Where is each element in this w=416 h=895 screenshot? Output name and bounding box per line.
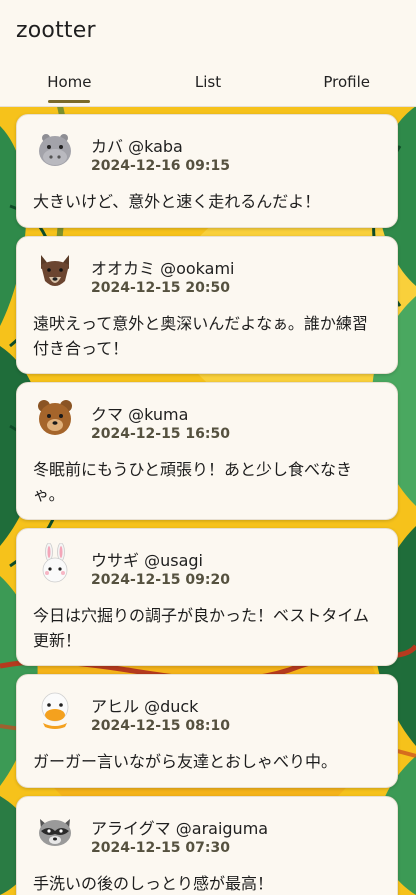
post-text: 手洗いの後のしっとり感が最高！	[33, 874, 274, 893]
post-author[interactable]: アライグマ @araiguma	[91, 815, 268, 839]
post-timestamp: 2024-12-15 08:10	[91, 718, 230, 734]
post-timestamp: 2024-12-16 09:15	[91, 158, 230, 174]
tab-bar: Home List Profile	[0, 62, 416, 106]
tab-list[interactable]: List	[139, 62, 278, 106]
post-text: 冬眠前にもうひと頑張り！あと少し食べなきゃ。	[33, 460, 353, 504]
post-author[interactable]: クマ @kuma	[91, 401, 188, 425]
post-card[interactable]: アヒル @duck 2024-12-15 08:10 ガーガー言いながら友達とお…	[16, 674, 398, 788]
post-author[interactable]: アヒル @duck	[91, 693, 198, 717]
post-card[interactable]: アライグマ @araiguma 2024-12-15 07:30 手洗いの後のし…	[16, 796, 398, 895]
post-card[interactable]: ウサギ @usagi 2024-12-15 09:20 今日は穴掘りの調子が良か…	[16, 528, 398, 666]
post-author[interactable]: カバ @kaba	[91, 133, 183, 157]
post-card[interactable]: オオカミ @ookami 2024-12-15 20:50 遠吠えって意外と奥深…	[16, 236, 398, 374]
post-timestamp: 2024-12-15 09:20	[91, 572, 230, 588]
post-feed: カバ @kaba 2024-12-16 09:15 大きいけど、意外と速く走れる…	[0, 106, 416, 895]
tab-profile[interactable]: Profile	[277, 62, 416, 106]
duck-icon[interactable]	[35, 689, 75, 729]
wolf-icon[interactable]	[35, 251, 75, 291]
post-text: 今日は穴掘りの調子が良かった！ベストタイム更新！	[33, 606, 370, 650]
raccoon-icon[interactable]	[35, 811, 75, 851]
post-timestamp: 2024-12-15 16:50	[91, 426, 230, 442]
hippo-icon[interactable]	[35, 129, 75, 169]
post-text: 遠吠えって意外と奥深いんだよなぁ。誰か練習付き合って！	[33, 314, 368, 358]
post-text: 大きいけど、意外と速く走れるんだよ！	[33, 192, 321, 211]
post-text: ガーガー言いながら友達とおしゃべり中。	[33, 752, 338, 771]
post-author[interactable]: オオカミ @ookami	[91, 255, 235, 279]
post-card[interactable]: クマ @kuma 2024-12-15 16:50 冬眠前にもうひと頑張り！あと…	[16, 382, 398, 520]
bear-icon[interactable]	[35, 397, 75, 437]
tab-home[interactable]: Home	[0, 62, 139, 106]
app-title: zootter	[16, 18, 96, 43]
post-card[interactable]: カバ @kaba 2024-12-16 09:15 大きいけど、意外と速く走れる…	[16, 114, 398, 228]
rabbit-icon[interactable]	[35, 542, 75, 583]
post-timestamp: 2024-12-15 20:50	[91, 280, 230, 296]
post-timestamp: 2024-12-15 07:30	[91, 840, 230, 856]
post-author[interactable]: ウサギ @usagi	[91, 547, 203, 571]
app-bar: zootter Home List Profile	[0, 0, 416, 107]
